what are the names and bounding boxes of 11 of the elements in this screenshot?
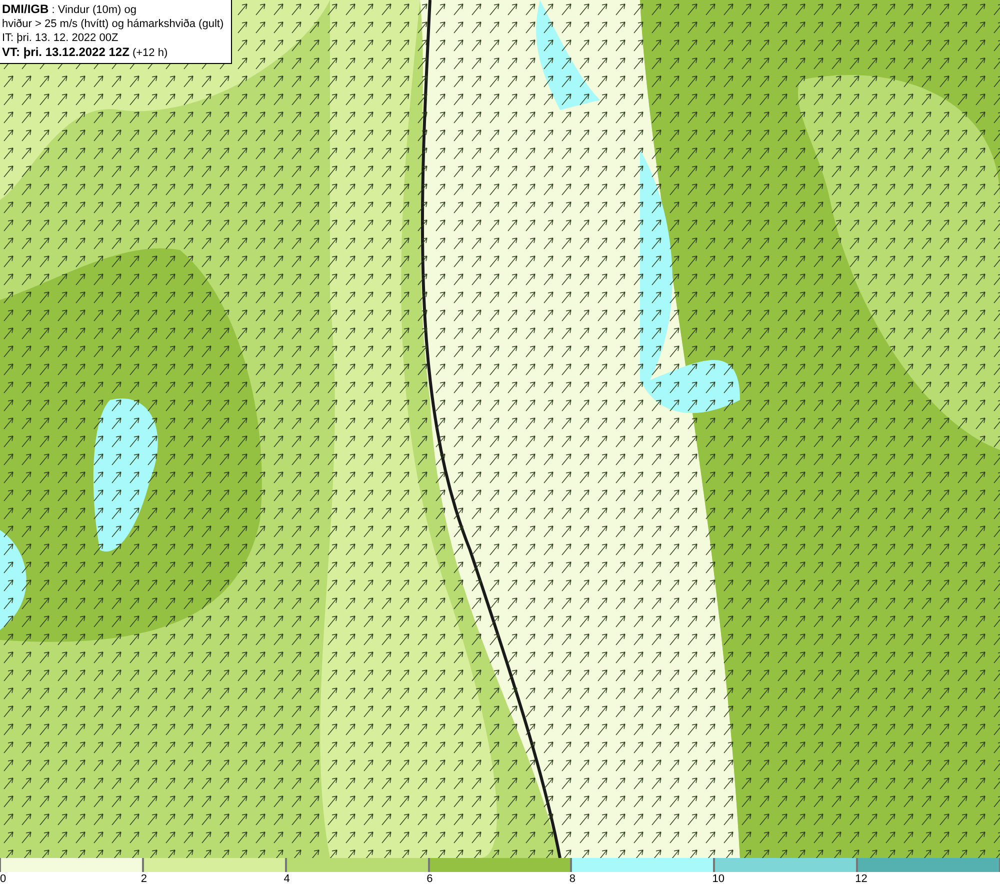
scale-label: 6 [426,872,433,886]
info-text: DMI/IGB : Vindur (10m) og [2,2,138,17]
scale-label: 4 [284,872,290,886]
info-text: IT: þri. 13. 12. 2022 00Z [2,31,120,45]
info-text: hviður > 25 m/s (hvítt) og hámarkshviða (gult) [2,17,225,31]
scale-label: 2 [140,872,147,886]
scale-label: 8 [569,872,576,886]
scale-label: 0 [0,872,6,886]
scale-label: 10 [712,872,725,886]
info-text: VT: þri. 13.12.2022 12Z (+12 h) [2,45,169,60]
scale-label: 12 [855,872,868,886]
